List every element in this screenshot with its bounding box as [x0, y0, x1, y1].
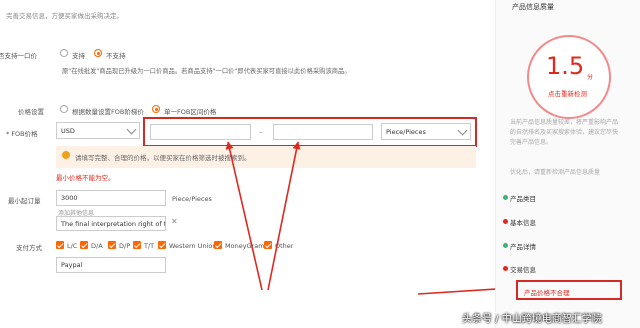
watermark: 头条号 / 中山跨境电商智汇学院: [462, 314, 602, 325]
status-dot-bad: [503, 266, 508, 271]
status-dot-bad: [503, 219, 508, 224]
sidebar-item-price-issue[interactable]: 产品价格不合理: [524, 287, 570, 297]
status-dot-ok: [503, 195, 508, 200]
arrow-to-min-input: [225, 141, 263, 291]
arrow-to-max-input: [267, 141, 301, 291]
score-unit: 分: [587, 74, 594, 81]
sidebar-item-basic-info[interactable]: 基本信息: [510, 217, 536, 227]
recheck-link[interactable]: 点击重新检测: [548, 88, 587, 98]
sidebar-item-trade-info[interactable]: 交易信息: [510, 264, 536, 274]
sidebar-item-category[interactable]: 产品类目: [510, 193, 536, 203]
optimize-tip: 优化后，请重新检测产品信息质量: [510, 169, 601, 176]
score-value: 1.5: [546, 52, 585, 80]
sidebar-item-details[interactable]: 产品详情: [510, 241, 536, 251]
sidebar-title: 产品信息质量: [512, 3, 554, 11]
status-dot-ok: [503, 243, 508, 248]
quality-description: 当前产品信息质量较差，将严重影响产品的自然排名及买家搜索体验，建议您尽快完善产品…: [510, 119, 619, 146]
